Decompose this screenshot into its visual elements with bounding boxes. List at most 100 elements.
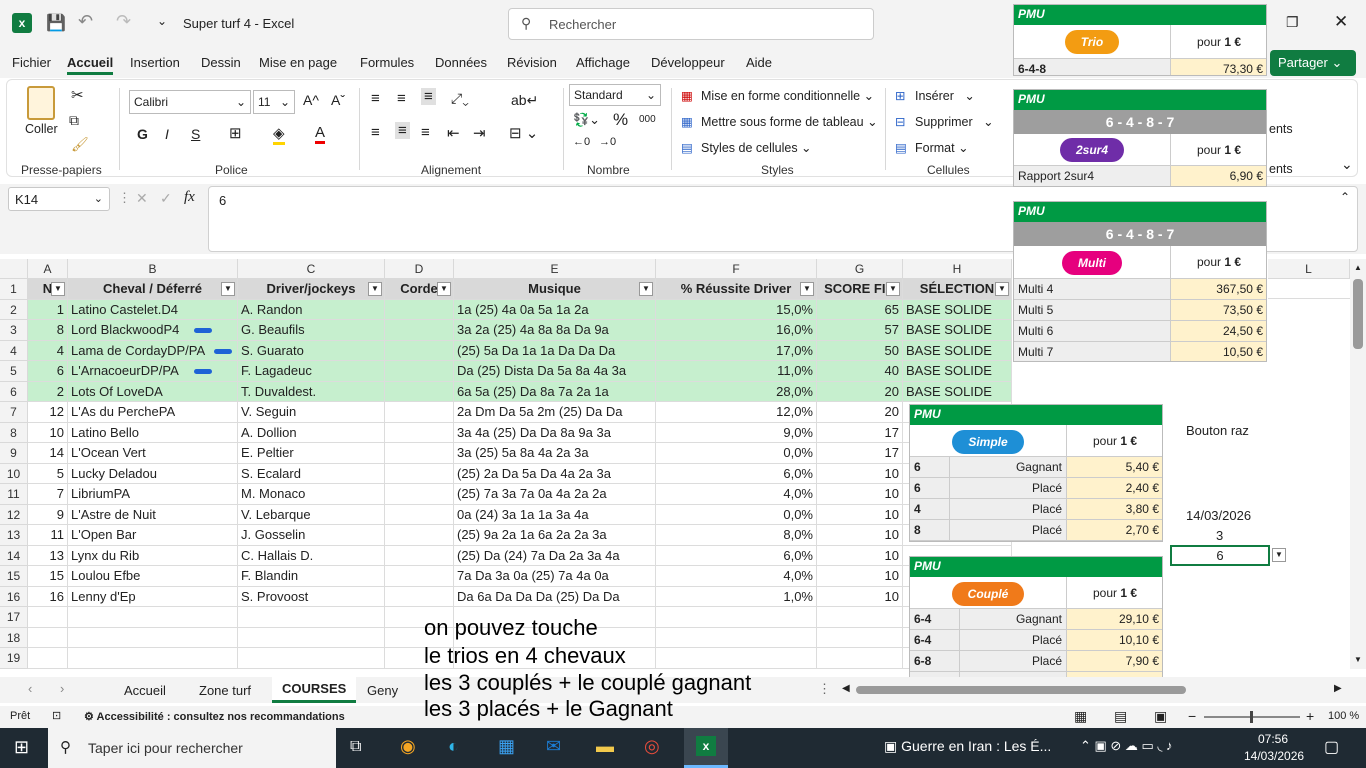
col-header-a[interactable]: A	[28, 259, 68, 279]
table-cell[interactable]: G. Beaufils	[238, 320, 385, 341]
table-cell[interactable]: 17,0%	[656, 340, 817, 361]
row-header[interactable]: 15	[0, 566, 28, 587]
tabs-more-icon[interactable]: ⋮	[818, 681, 831, 697]
name-box[interactable]: K14 ⌄	[8, 187, 110, 211]
row-header[interactable]: 8	[0, 422, 28, 443]
col-header-d[interactable]: D	[385, 259, 454, 279]
scroll-down-icon[interactable]: ▼	[1354, 655, 1362, 664]
table-cell[interactable]: Lots Of LoveDA	[68, 381, 238, 402]
borders-icon[interactable]: ⊞	[229, 124, 242, 142]
table-cell[interactable]: 12	[28, 402, 68, 423]
filter-dropdown-icon[interactable]: ▼	[437, 282, 451, 296]
windows-start-icon[interactable]: ⊞	[14, 737, 29, 758]
table-cell[interactable]	[817, 648, 903, 669]
table-cell[interactable]: L'ArnacoeurDP/PA	[68, 361, 238, 382]
table-cell[interactable]: 3a 2a (25) 4a 8a 8a Da 9a	[454, 320, 656, 341]
table-cell[interactable]: 17	[817, 443, 903, 464]
table-cell[interactable]: 10	[817, 586, 903, 607]
table-cell[interactable]: V. Seguin	[238, 402, 385, 423]
table-cell[interactable]: 50	[817, 340, 903, 361]
col-header-c[interactable]: C	[238, 259, 385, 279]
table-cell[interactable]: 8	[28, 320, 68, 341]
table-cell[interactable]: F. Lagadeuc	[238, 361, 385, 382]
row-header[interactable]: 10	[0, 463, 28, 484]
table-cell[interactable]	[385, 586, 454, 607]
table-cell[interactable]: BASE SOLIDE	[903, 381, 1012, 402]
table-cell[interactable]	[385, 340, 454, 361]
zoom-slider-thumb[interactable]	[1250, 711, 1253, 723]
restore-icon[interactable]: ❐	[1286, 14, 1299, 31]
table-cell[interactable]: 10	[817, 525, 903, 546]
tab-dessin[interactable]: Dessin	[201, 55, 241, 70]
chrome-icon[interactable]: ◎	[644, 736, 660, 757]
table-cell[interactable]: BASE SOLIDE	[903, 340, 1012, 361]
table-cell[interactable]: 5	[28, 463, 68, 484]
table-cell[interactable]: 13	[28, 545, 68, 566]
expand-formula-icon[interactable]: ⌃	[1340, 190, 1350, 204]
table-cell[interactable]: 10	[817, 566, 903, 587]
close-icon[interactable]: ✕	[1334, 12, 1348, 32]
table-cell[interactable]	[385, 422, 454, 443]
number-format-select[interactable]: Standard ⌄	[569, 84, 661, 106]
table-cell[interactable]: T. Duvaldest.	[238, 381, 385, 402]
table-cell[interactable]: A. Dollion	[238, 422, 385, 443]
table-cell[interactable]	[385, 525, 454, 546]
tab-accueil[interactable]: Accueil	[67, 55, 114, 75]
table-cell[interactable]: 10	[817, 545, 903, 566]
table-cell[interactable]	[385, 402, 454, 423]
table-cell[interactable]	[385, 443, 454, 464]
table-cell[interactable]: BASE SOLIDE	[903, 320, 1012, 341]
table-cell[interactable]: 4	[28, 340, 68, 361]
table-cell[interactable]: (25) 9a 2a 1a 6a 2a 2a 3a	[454, 525, 656, 546]
tab-insertion[interactable]: Insertion	[130, 55, 180, 70]
collapse-ribbon-icon[interactable]: ⌄	[1341, 156, 1353, 173]
conditional-format-button[interactable]: Mise en forme conditionnelle ⌄	[701, 88, 874, 103]
filter-dropdown-icon[interactable]: ▼	[886, 282, 900, 296]
increase-decimal-icon[interactable]: ←0	[573, 136, 590, 148]
row-header[interactable]: 3	[0, 320, 28, 341]
filter-dropdown-icon[interactable]: ▼	[368, 282, 382, 296]
table-cell[interactable]	[385, 484, 454, 505]
table-cell[interactable]: 28,0%	[656, 381, 817, 402]
row-header[interactable]: 7	[0, 402, 28, 423]
table-cell[interactable]	[238, 607, 385, 628]
next-sheet-icon[interactable]: ›	[60, 681, 64, 696]
cell-styles-button[interactable]: Styles de cellules ⌄	[701, 140, 812, 155]
decrease-indent-icon[interactable]: ⇤	[447, 124, 460, 142]
hscroll-right-icon[interactable]: ▶	[1334, 683, 1342, 694]
table-cell[interactable]	[28, 607, 68, 628]
zoom-out-icon[interactable]: −	[1188, 708, 1196, 724]
col-header-e[interactable]: E	[454, 259, 656, 279]
table-cell[interactable]: Lucky Deladou	[68, 463, 238, 484]
merge-icon[interactable]: ⊟ ⌄	[509, 124, 538, 142]
bouton-raz[interactable]: Bouton raz	[1186, 423, 1249, 438]
sheet-tab-accueil[interactable]: Accueil	[124, 683, 166, 698]
table-cell[interactable]: 20	[817, 402, 903, 423]
table-cell[interactable]: J. Gosselin	[238, 525, 385, 546]
table-header-cell[interactable]: SÉLECTION ▼	[903, 279, 1012, 300]
enter-icon[interactable]: ✓	[160, 190, 172, 207]
decrease-decimal-icon[interactable]: →0	[599, 136, 616, 148]
paste-icon[interactable]	[27, 86, 55, 120]
orientation-icon[interactable]: ⤢⌄	[451, 90, 469, 107]
sheet-tab-zone-turf[interactable]: Zone turf	[199, 683, 251, 698]
currency-icon[interactable]: 💱⌄	[573, 112, 600, 128]
table-cell[interactable]: F. Blandin	[238, 566, 385, 587]
tab-aide[interactable]: Aide	[746, 55, 772, 70]
horizontal-scroll-thumb[interactable]	[856, 686, 1186, 694]
table-cell[interactable]: 2a Dm Da 5a 2m (25) Da Da	[454, 402, 656, 423]
align-bottom-icon[interactable]: ≡	[421, 88, 436, 105]
table-header-cell[interactable]: Cheval / Déferré ▼	[68, 279, 238, 300]
normal-view-icon[interactable]: ▦	[1074, 708, 1087, 725]
tray-icons[interactable]: ⌃ ▣ ⊘ ☁ ▭ ◟ ♪	[1080, 738, 1173, 754]
date-cell[interactable]: 14/03/2026	[1186, 508, 1251, 523]
tab-mise-en-page[interactable]: Mise en page	[259, 55, 337, 70]
selected-cell-k14[interactable]: 6	[1170, 545, 1270, 566]
value-cell-k13[interactable]: 3	[1216, 528, 1223, 543]
notification-icon[interactable]: ▢	[1324, 737, 1339, 757]
table-cell[interactable]: 0,0%	[656, 443, 817, 464]
filter-dropdown-icon[interactable]: ▼	[995, 282, 1009, 296]
table-cell[interactable]: 11	[28, 525, 68, 546]
table-cell[interactable]	[385, 463, 454, 484]
page-layout-icon[interactable]: ▤	[1114, 708, 1127, 725]
